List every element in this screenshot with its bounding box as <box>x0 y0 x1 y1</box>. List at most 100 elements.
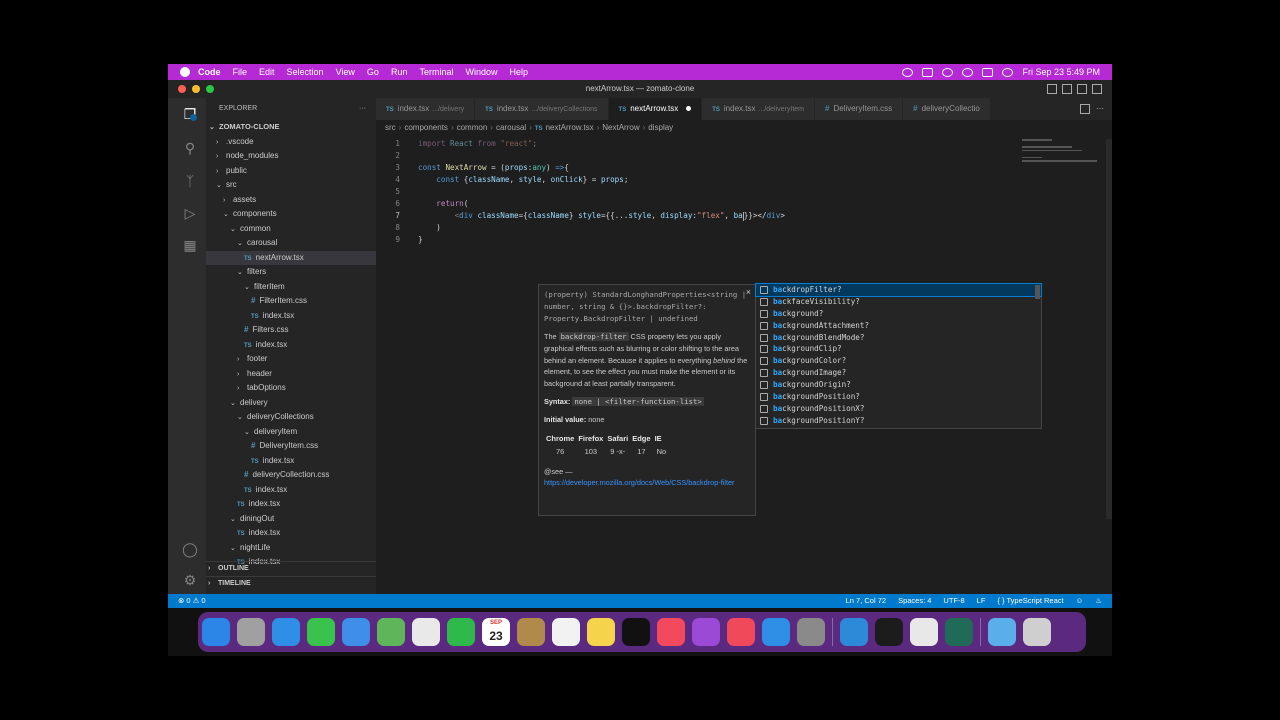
tree-folder[interactable]: › footer <box>206 352 376 367</box>
tree-folder[interactable]: ⌄ src <box>206 178 376 193</box>
tree-folder[interactable]: ⌄ deliveryItem <box>206 425 376 440</box>
problems-status[interactable]: ⊗ 0 ⚠ 0 <box>178 596 206 605</box>
tree-folder[interactable]: ⌄ delivery <box>206 396 376 411</box>
timeline-section[interactable]: › TIMELINE <box>206 576 376 591</box>
tree-folder[interactable]: › node_modules <box>206 149 376 164</box>
launchpad-icon[interactable] <box>237 618 265 646</box>
suggestion-item[interactable]: backdropFilter? <box>755 283 1042 297</box>
editor-scrollbar[interactable] <box>1106 139 1112 519</box>
menu-file[interactable]: File <box>233 67 248 77</box>
mdn-link[interactable]: https://developer.mozilla.org/docs/Web/C… <box>544 478 735 487</box>
suggestion-item[interactable]: backgroundColor? <box>756 355 1041 367</box>
menu-terminal[interactable]: Terminal <box>419 67 453 77</box>
unsaved-dot-icon[interactable] <box>686 106 692 112</box>
notes-brown-icon[interactable] <box>517 618 545 646</box>
editor-tab[interactable]: # DeliveryItem.css <box>815 98 904 120</box>
tree-file[interactable]: TS index.tsx <box>206 483 376 498</box>
control-center-icon[interactable] <box>982 67 994 77</box>
encoding-status[interactable]: UTF-8 <box>943 596 964 605</box>
notes-icon[interactable] <box>587 618 615 646</box>
appletv-icon[interactable] <box>622 618 650 646</box>
suggestion-item[interactable]: backfaceVisibility? <box>756 296 1041 308</box>
podcasts-icon[interactable] <box>692 618 720 646</box>
breadcrumb-item[interactable]: nextArrow.tsx <box>546 123 594 132</box>
workspace-root[interactable]: ⌄ ZOMATO-CLONE <box>206 120 376 135</box>
tree-file[interactable]: TS index.tsx <box>206 338 376 353</box>
accounts-icon[interactable]: ◯ <box>182 541 198 557</box>
language-mode[interactable]: { } TypeScript React <box>997 596 1063 605</box>
tree-folder[interactable]: ⌄ deliveryCollections <box>206 410 376 425</box>
apple-icon[interactable] <box>180 67 190 77</box>
menu-window[interactable]: Window <box>465 67 497 77</box>
news-icon[interactable] <box>727 618 755 646</box>
editor-tab[interactable]: TS nextArrow.tsx <box>608 98 703 120</box>
customize-layout-icon[interactable] <box>1092 84 1102 94</box>
battery-icon[interactable] <box>922 67 934 77</box>
extensions-icon[interactable]: ▦ <box>182 237 198 253</box>
tree-file[interactable]: TS index.tsx <box>206 497 376 512</box>
folder-icon[interactable] <box>988 618 1016 646</box>
editor-tab[interactable]: TS index.tsx .../deliveryItem <box>702 98 815 120</box>
suggestion-item[interactable]: backgroundBlendMode? <box>756 332 1041 344</box>
explorer-more-icon[interactable]: ··· <box>359 98 366 120</box>
suggestion-item[interactable]: background? <box>756 308 1041 320</box>
tree-file[interactable]: TS index.tsx <box>206 526 376 541</box>
music-icon[interactable] <box>657 618 685 646</box>
tree-folder[interactable]: ⌄ diningOut <box>206 512 376 527</box>
spotlight-icon[interactable] <box>962 67 974 77</box>
suggestion-item[interactable]: backgroundAttachment? <box>756 320 1041 332</box>
siri-icon[interactable] <box>1002 67 1014 77</box>
close-hover-icon[interactable]: × <box>746 287 751 297</box>
suggestion-item[interactable]: backgroundPosition? <box>756 391 1041 403</box>
tree-file[interactable]: # Filters.css <box>206 323 376 338</box>
suggestion-item[interactable]: backgroundImage? <box>756 367 1041 379</box>
maps-icon[interactable] <box>377 618 405 646</box>
tree-file[interactable]: # FilterItem.css <box>206 294 376 309</box>
tree-file[interactable]: TS nextArrow.tsx <box>206 250 376 265</box>
editor-tab[interactable]: TS index.tsx .../deliveryCollections <box>475 98 609 120</box>
calendar-icon[interactable]: SEP 23 <box>482 618 510 646</box>
toggle-secondary-sidebar-icon[interactable] <box>1077 84 1087 94</box>
editor-tab[interactable]: TS index.tsx .../delivery <box>376 98 476 120</box>
breadcrumb-item[interactable]: src <box>385 123 396 132</box>
cursor-position[interactable]: Ln 7, Col 72 <box>846 596 886 605</box>
breadcrumb-item[interactable]: components <box>404 123 448 132</box>
breadcrumb-item[interactable]: NextArrow <box>602 123 639 132</box>
menu-selection[interactable]: Selection <box>287 67 324 77</box>
wifi-icon[interactable] <box>942 67 954 77</box>
photos-icon[interactable] <box>412 618 440 646</box>
tree-folder[interactable]: ⌄ filterItem <box>206 280 376 295</box>
clock[interactable]: Fri Sep 23 5:49 PM <box>1022 67 1100 77</box>
terminal-icon[interactable] <box>875 618 903 646</box>
menu-go[interactable]: Go <box>367 67 379 77</box>
manage-gear-icon[interactable]: ⚙ <box>182 572 198 588</box>
menu-run[interactable]: Run <box>391 67 408 77</box>
tree-folder[interactable]: › .vscode <box>206 135 376 150</box>
reminders-icon[interactable] <box>552 618 580 646</box>
safari-icon[interactable] <box>272 618 300 646</box>
tree-file[interactable]: TS index.tsx <box>206 454 376 469</box>
breadcrumb-item[interactable]: carousal <box>496 123 526 132</box>
tree-file[interactable]: # DeliveryItem.css <box>206 439 376 454</box>
mail-icon[interactable] <box>342 618 370 646</box>
messages-icon[interactable] <box>307 618 335 646</box>
facetime-icon[interactable] <box>447 618 475 646</box>
tree-folder[interactable]: ⌄ carousal <box>206 236 376 251</box>
suggestion-scrollbar[interactable] <box>1035 285 1040 299</box>
tree-folder[interactable]: ⌄ filters <box>206 265 376 280</box>
settings-icon[interactable] <box>797 618 825 646</box>
tree-file[interactable]: # deliveryCollection.css <box>206 468 376 483</box>
menu-view[interactable]: View <box>336 67 355 77</box>
suggestion-item[interactable]: backgroundOrigin? <box>756 379 1041 391</box>
tree-folder[interactable]: ⌄ components <box>206 207 376 222</box>
record-icon[interactable] <box>902 67 914 77</box>
tree-folder[interactable]: › header <box>206 367 376 382</box>
tree-folder[interactable]: ⌄ nightLife <box>206 541 376 556</box>
tree-folder[interactable]: › assets <box>206 193 376 208</box>
breadcrumb-item[interactable]: display <box>648 123 673 132</box>
feedback-icon[interactable]: ☺ <box>1076 596 1084 605</box>
chrome-icon[interactable] <box>910 618 938 646</box>
editor-tab[interactable]: # deliveryCollectio <box>903 98 991 120</box>
menu-help[interactable]: Help <box>509 67 528 77</box>
trash-icon[interactable] <box>1023 618 1051 646</box>
